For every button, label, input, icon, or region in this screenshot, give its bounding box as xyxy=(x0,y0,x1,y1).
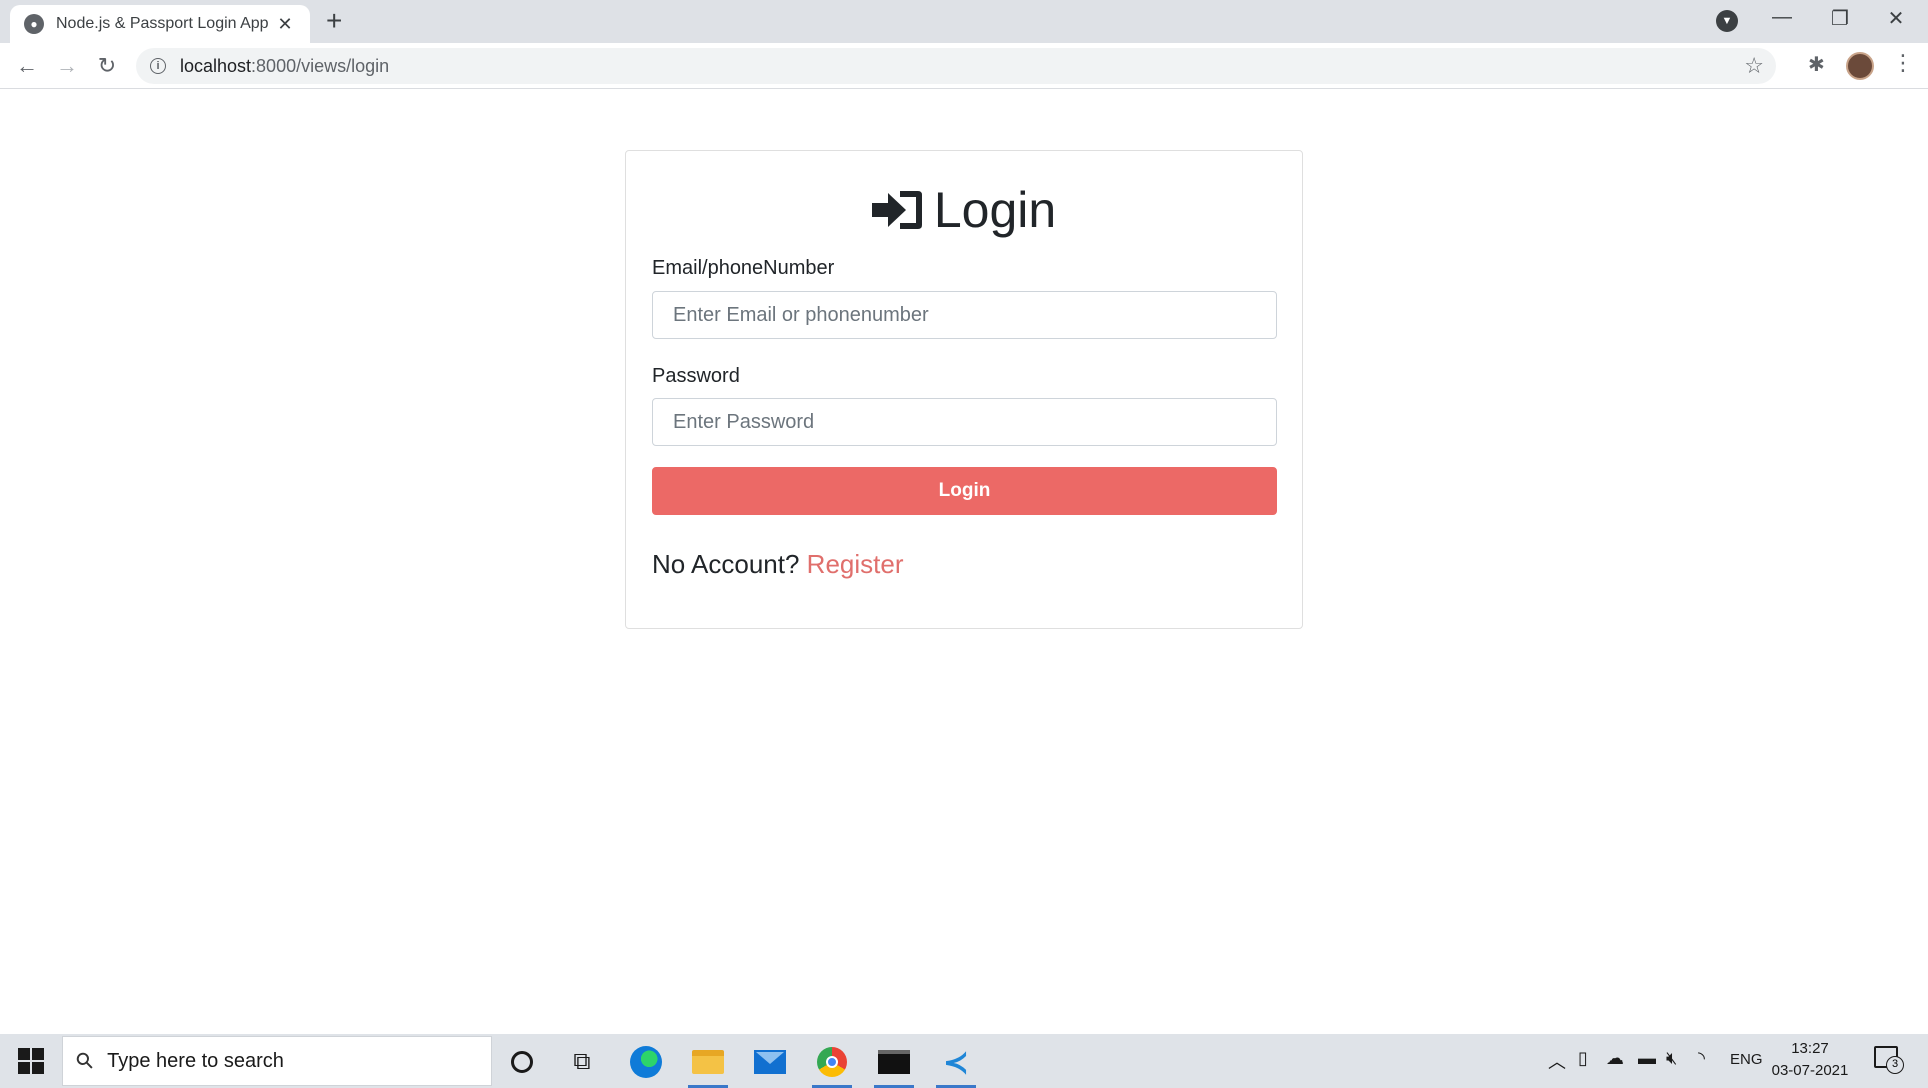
clock-time: 13:27 xyxy=(1791,1040,1829,1057)
taskbar-clock[interactable]: 13:27 03-07-2021 xyxy=(1770,1038,1850,1082)
battery-icon[interactable]: ▬ xyxy=(1638,1048,1656,1069)
task-view-icon[interactable]: ⧉ xyxy=(558,1042,606,1082)
mail-icon[interactable] xyxy=(746,1042,794,1082)
windows-start-icon[interactable] xyxy=(18,1048,44,1074)
windows-taskbar: ⚲ Type here to search ⧉ ≺ ︿ ▯ ☁ ▬ 🔇︎ ◝ E… xyxy=(0,1034,1928,1088)
forward-arrow-icon[interactable]: → xyxy=(52,51,82,81)
menu-kebab-icon[interactable]: ⋮ xyxy=(1892,50,1914,76)
address-bar[interactable]: i localhost:8000/views/login ☆ xyxy=(136,48,1776,84)
cortana-icon[interactable] xyxy=(498,1042,546,1082)
device-icon[interactable]: ▯ xyxy=(1578,1048,1588,1069)
register-link[interactable]: Register xyxy=(807,549,904,579)
back-arrow-icon[interactable]: ← xyxy=(12,51,42,81)
email-label: Email/phoneNumber xyxy=(652,257,835,279)
edge-icon[interactable] xyxy=(622,1042,670,1082)
wifi-icon[interactable]: ◝ xyxy=(1698,1048,1705,1069)
register-prompt: No Account? Register xyxy=(652,549,904,580)
new-tab-button[interactable]: + xyxy=(326,7,342,35)
browser-toolbar: ← → ↻ i localhost:8000/views/login ☆ xyxy=(0,43,1928,89)
sign-in-icon xyxy=(871,191,922,229)
bookmark-star-icon[interactable]: ☆ xyxy=(1744,53,1764,79)
file-explorer-icon[interactable] xyxy=(684,1042,732,1088)
search-placeholder: Type here to search xyxy=(107,1049,284,1072)
globe-icon: ● xyxy=(24,14,44,34)
login-title-text: Login xyxy=(933,182,1057,238)
login-button[interactable]: Login xyxy=(652,467,1277,515)
reload-icon[interactable]: ↻ xyxy=(92,51,122,81)
vscode-icon[interactable]: ≺ xyxy=(932,1042,980,1088)
restore-button[interactable]: ❐ xyxy=(1820,6,1860,31)
extensions-puzzle-icon[interactable]: ✱ xyxy=(1808,52,1825,77)
password-field[interactable] xyxy=(652,398,1277,446)
no-account-text: No Account? xyxy=(652,549,800,579)
tab-search-icon[interactable]: ▼ xyxy=(1716,10,1738,32)
terminal-icon[interactable] xyxy=(870,1042,918,1088)
browser-tab-bar: ● Node.js & Passport Login App ✕ + ▼ — ❐… xyxy=(0,0,1928,43)
onedrive-cloud-icon[interactable]: ☁ xyxy=(1606,1048,1624,1069)
notification-count-badge: 3 xyxy=(1886,1056,1904,1074)
login-card: Login Email/phoneNumber Password Login N… xyxy=(625,150,1303,629)
volume-muted-icon[interactable]: 🔇︎ xyxy=(1666,1048,1677,1069)
tab-title: Node.js & Passport Login App xyxy=(56,15,269,32)
minimize-button[interactable]: — xyxy=(1762,6,1802,29)
login-heading: Login xyxy=(626,181,1302,239)
clock-date: 03-07-2021 xyxy=(1771,1062,1849,1079)
chrome-icon[interactable] xyxy=(808,1042,856,1088)
browser-tab[interactable]: ● Node.js & Passport Login App ✕ xyxy=(10,5,310,43)
language-indicator[interactable]: ENG xyxy=(1730,1051,1763,1068)
close-window-button[interactable]: ✕ xyxy=(1876,6,1916,31)
show-hidden-icons-icon[interactable]: ︿ xyxy=(1548,1048,1566,1074)
close-tab-icon[interactable]: ✕ xyxy=(274,14,296,35)
url-text: localhost:8000/views/login xyxy=(180,55,390,76)
info-icon[interactable]: i xyxy=(150,58,166,74)
profile-avatar[interactable] xyxy=(1846,52,1874,80)
search-icon: ⚲ xyxy=(70,1046,100,1076)
email-field[interactable] xyxy=(652,291,1277,339)
taskbar-search-input[interactable]: ⚲ Type here to search xyxy=(62,1036,492,1086)
password-label: Password xyxy=(652,365,740,387)
